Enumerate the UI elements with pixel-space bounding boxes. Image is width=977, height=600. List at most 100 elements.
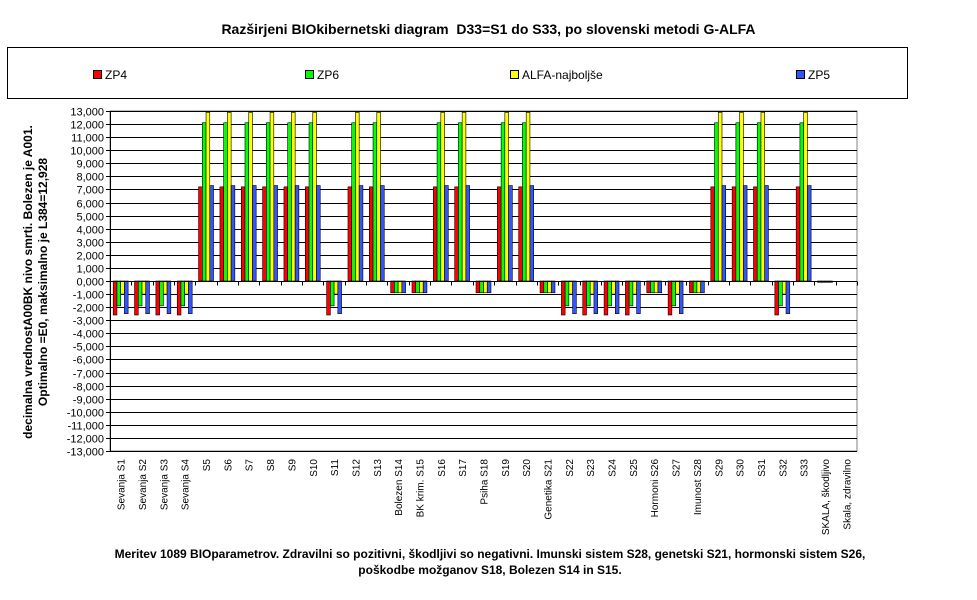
- bar-zp5: [166, 280, 172, 314]
- y-tick-label: -11,000: [68, 421, 105, 433]
- bar-alfa-najbolj-e: [461, 112, 467, 282]
- bar-zp4: [774, 280, 779, 316]
- bar-alfa-najbolj-e: [653, 280, 659, 294]
- bar-zp4: [112, 280, 118, 316]
- bar-zp4: [155, 280, 160, 316]
- x-tick-label: Bolezen S14: [394, 459, 405, 516]
- bar-zp5: [550, 280, 556, 294]
- bar-zp4: [603, 280, 609, 316]
- bar-zp6: [756, 122, 762, 282]
- bar-alfa-najbolj-e: [291, 112, 296, 282]
- bar-zp6: [266, 122, 271, 282]
- bar-zp5: [401, 280, 406, 294]
- bar-alfa-najbolj-e: [803, 112, 808, 282]
- bar-zp4: [411, 280, 417, 294]
- bar-zp6: [735, 122, 740, 282]
- bar-zp6: [714, 122, 719, 282]
- x-tick-label: S30: [736, 459, 747, 477]
- x-tick-label: Sevanja S3: [159, 459, 170, 511]
- bar-zp5: [807, 185, 812, 282]
- bar-alfa-najbolj-e: [248, 112, 253, 282]
- x-tick-label: Hormoni S26: [650, 459, 661, 518]
- x-tick-label: S29: [714, 459, 725, 477]
- y-tick-label: 0,000: [76, 277, 104, 289]
- bar-zp5: [273, 185, 278, 282]
- y-tick-label: 9,000: [76, 159, 104, 171]
- y-tick-label: 2,000: [76, 251, 104, 263]
- y-tick-label: -5,000: [73, 342, 104, 354]
- bar-zp4: [475, 280, 481, 294]
- bar-zp6: [244, 122, 250, 282]
- x-tick-label: S31: [757, 459, 768, 477]
- bar-alfa-najbolj-e: [611, 280, 616, 295]
- bar-zp6: [116, 280, 121, 307]
- bar-alfa-najbolj-e: [760, 112, 765, 282]
- bar-zp6: [500, 122, 506, 282]
- x-tick-label: S11: [330, 459, 341, 476]
- y-tick-label: -10,000: [67, 408, 104, 420]
- bar-alfa-najbolj-e: [717, 112, 723, 282]
- y-tick-label: 8,000: [76, 172, 104, 184]
- bar-zp6: [607, 280, 612, 307]
- x-tick-label: Imunost S28: [693, 459, 704, 516]
- bar-alfa-najbolj-e: [269, 112, 275, 282]
- bar-zp4: [625, 280, 630, 316]
- y-tick-label: -13,000: [67, 447, 104, 459]
- bar-zp6: [671, 280, 676, 307]
- bar-zp5: [743, 185, 748, 282]
- bar-zp5: [700, 280, 705, 294]
- x-tick-label: S9: [287, 459, 298, 472]
- bar-chart: decimalna vrednostA00BK nivo smrti. Bole…: [21, 107, 858, 535]
- bar-zp4: [454, 186, 459, 282]
- bar-zp4: [304, 186, 310, 282]
- bar-zp4: [390, 280, 395, 294]
- bar-zp6: [650, 280, 655, 294]
- x-tick-label: S6: [223, 459, 234, 472]
- bar-zp5: [764, 185, 769, 282]
- bar-zp4: [689, 280, 694, 294]
- y-tick-label: -9,000: [73, 395, 104, 407]
- x-tick-label: S10: [309, 459, 320, 477]
- y-tick-label: -1,000: [73, 290, 104, 302]
- bar-zp4: [497, 186, 502, 282]
- bar-alfa-najbolj-e: [120, 280, 125, 295]
- bar-zp4: [561, 280, 566, 316]
- bar-zp5: [679, 280, 684, 314]
- bar-zp5: [721, 185, 727, 282]
- y-tick-label: 5,000: [76, 212, 104, 224]
- bar-alfa-najbolj-e: [525, 112, 531, 282]
- bar-zp6: [159, 280, 164, 307]
- bar-alfa-najbolj-e: [205, 112, 211, 282]
- bar-alfa-najbolj-e: [333, 280, 339, 295]
- bar-zp6: [287, 122, 292, 282]
- bar-zp4: [518, 186, 523, 282]
- bar-zp5: [657, 280, 663, 294]
- bar-zp4: [283, 186, 288, 282]
- bar-alfa-najbolj-e: [568, 280, 573, 295]
- y-tick-label: 3,000: [76, 238, 104, 250]
- y-tick-label: 13,000: [70, 107, 104, 119]
- bar-zp6: [308, 122, 314, 282]
- bar-alfa-najbolj-e: [355, 112, 360, 282]
- bar-zp5: [444, 185, 449, 282]
- bar-alfa-najbolj-e: [675, 280, 680, 295]
- bar-zp6: [137, 280, 143, 307]
- bar-alfa-najbolj-e: [184, 280, 189, 295]
- bar-zp4: [582, 280, 587, 316]
- y-tick-label: 12,000: [70, 120, 104, 132]
- bar-zp5: [230, 185, 236, 282]
- bar-zp6: [223, 122, 228, 282]
- bar-zp4: [433, 186, 438, 282]
- bar-alfa-najbolj-e: [419, 280, 424, 294]
- y-tick-label: 7,000: [76, 185, 104, 197]
- y-tick-label: 10,000: [70, 146, 104, 158]
- bar-zp4: [134, 280, 139, 316]
- bar-zp5: [124, 280, 129, 314]
- y-tick-label: 6,000: [76, 199, 104, 211]
- bar-zp5: [614, 280, 620, 314]
- bar-zp6: [628, 280, 634, 307]
- bar-alfa-najbolj-e: [547, 280, 552, 294]
- bar-zp6: [330, 280, 335, 307]
- bar-zp4: [667, 280, 673, 316]
- bar-zp6: [372, 122, 378, 282]
